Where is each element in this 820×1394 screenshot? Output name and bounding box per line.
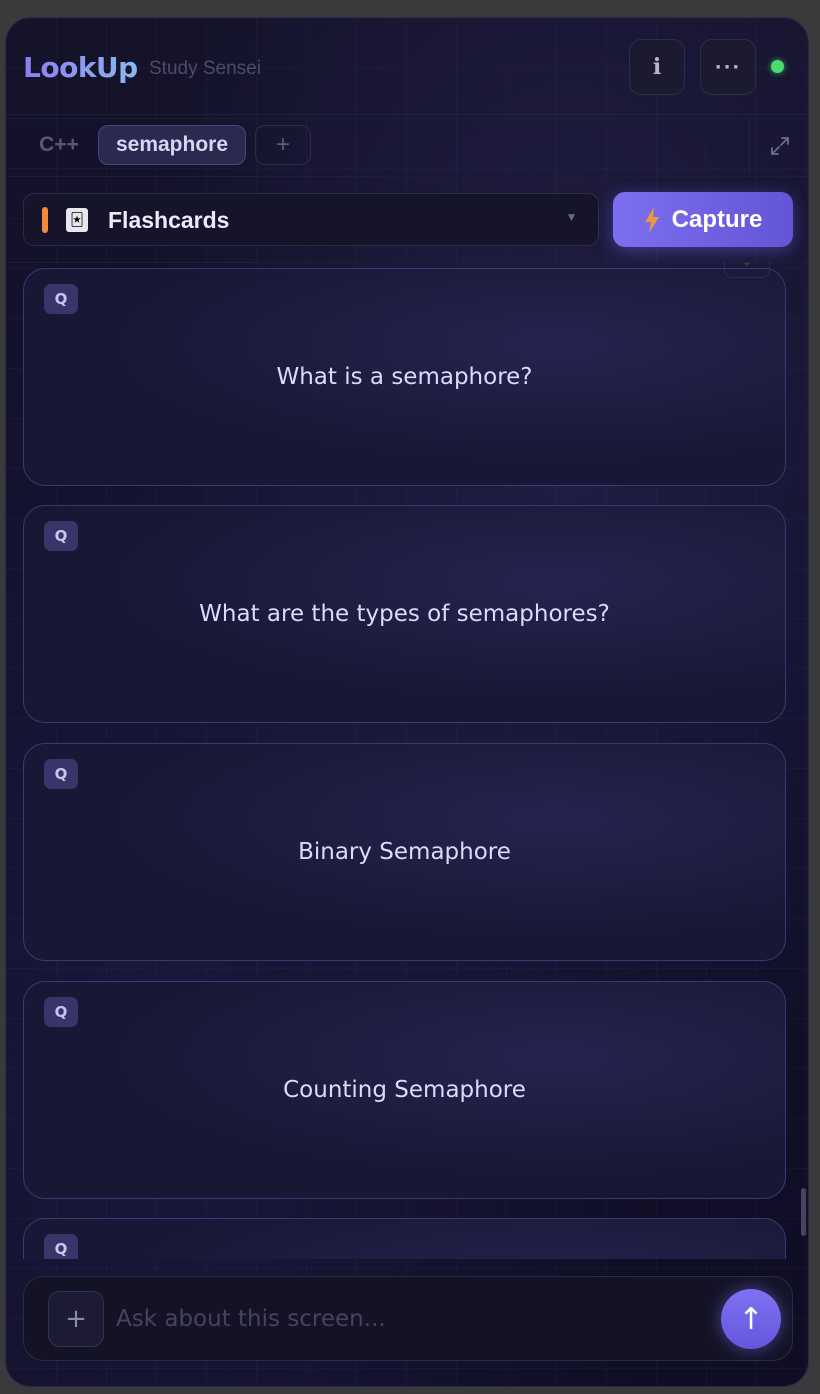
expand-icon [771,137,789,155]
mode-label: Flashcards [108,207,230,233]
mode-dropdown[interactable]: 🃏 Flashcards ▼ [23,193,599,246]
expand-button[interactable] [749,115,808,177]
header: LookUp Study Sensei i ··· [6,18,808,115]
arrow-up-icon: ↑ [738,1301,764,1337]
chevron-down-icon: ▼ [568,213,575,223]
flashcard-question: What are the types of semaphores? [199,601,610,627]
capture-button[interactable]: Capture [613,192,793,247]
ask-input[interactable] [116,1297,706,1341]
info-button[interactable]: i [629,39,685,95]
question-badge: Q [44,284,78,314]
flashcard[interactable]: What is a semaphore? Q [23,268,786,486]
tabs-bar: C++ semaphore + [6,115,808,177]
flashcard[interactable]: Counting Semaphore Q [23,981,786,1199]
attach-button[interactable]: + [48,1291,104,1347]
tab-cpp[interactable]: C++ [28,125,90,165]
playing-card-icon: 🃏 [66,208,88,232]
flashcard[interactable]: What are the types of semaphores? Q [23,505,786,723]
question-badge: Q [44,997,78,1027]
flashcard-question: What is a semaphore? [276,364,533,390]
capture-label: Capture [671,205,763,233]
flashcard-question: Binary Semaphore [298,839,511,865]
scrollbar-thumb[interactable] [801,1188,806,1236]
status-indicator [771,60,784,73]
flashcard-question: Counting Semaphore [283,1077,526,1103]
card-corner-tab: ⌖ [724,262,770,278]
flashcard[interactable]: Q [23,1218,786,1259]
divider [6,262,808,263]
more-options-button[interactable]: ··· [700,39,756,95]
app-subtitle: Study Sensei [149,58,261,79]
question-badge: Q [44,521,78,551]
plus-icon: + [65,1304,87,1334]
flashcards-list: What is a semaphore? Q ⌖ What are the ty… [6,262,808,1259]
mode-accent-bar [42,207,48,233]
app-logo: LookUp [23,51,138,84]
app-window: LookUp Study Sensei i ··· C++ semaphore … [5,17,809,1387]
chat-input-bar: + ↑ [23,1276,793,1361]
question-badge: Q [44,1234,78,1259]
tab-semaphore[interactable]: semaphore [98,125,246,165]
info-icon: i [652,54,662,80]
question-badge: Q [44,759,78,789]
flashcard-question [24,1219,785,1259]
lightning-bolt-icon [644,206,659,233]
flashcard[interactable]: Binary Semaphore Q [23,743,786,961]
ellipsis-icon: ··· [714,56,742,78]
send-button[interactable]: ↑ [721,1289,781,1349]
add-tab-button[interactable]: + [255,125,311,165]
